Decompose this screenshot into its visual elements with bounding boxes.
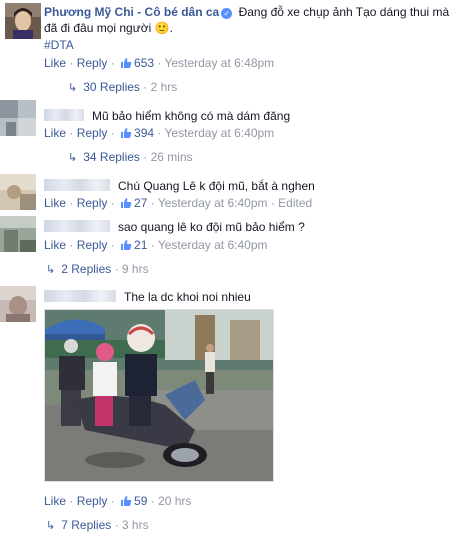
post-text-line1: Đang đỗ xe chụp ảnh Tạo dáng thui mà [238,5,450,19]
replies-count[interactable]: 7 Replies [61,518,111,532]
comment-footer: Like · Reply · 59 · 20 hrs ↳ 7 Replies · … [0,490,475,540]
comment-actions: Like · Reply · 394 · Yesterday at 6:40pm [44,125,274,143]
like-link[interactable]: Like [44,56,66,70]
commenter-avatar[interactable] [0,100,36,136]
thumbs-up-icon[interactable] [120,495,132,511]
comment-actions: Like · Reply · 59 · 20 hrs [44,493,191,511]
commenter-avatar[interactable] [0,286,36,322]
replies-time: 2 hrs [150,80,178,94]
comment: Chú Quang Lê k đội mũ, bắt à nghen Like … [0,172,475,212]
thumbs-up-icon[interactable] [120,239,132,255]
reply-link[interactable]: Reply [77,494,108,508]
author-name[interactable]: Phương Mỹ Chi - Cô bé dân ca [44,5,219,19]
post-text-line2-wrap: đã đi đâu mọi người 🙂. [44,20,173,36]
thumbs-up-icon[interactable] [120,127,132,143]
comment-actions: Like · Reply · 27 · Yesterday at 6:40pm … [44,195,312,213]
reply-arrow-icon: ↳ [46,264,56,276]
like-link[interactable]: Like [44,196,66,210]
comment: Mũ bảo hiểm không có mà dám đăng Like · … [0,100,475,172]
commenter-name-blurred[interactable] [44,220,110,232]
replies-toggle[interactable]: ↳ 30 Replies · 2 hrs [68,79,177,96]
comment-photo[interactable] [44,309,274,482]
replies-toggle[interactable]: ↳ 2 Replies · 9 hrs [46,261,149,278]
reply-link[interactable]: Reply [77,238,108,252]
like-count[interactable]: 21 [134,238,147,252]
like-link[interactable]: Like [44,126,66,140]
like-count[interactable]: 653 [134,56,154,70]
comment-time[interactable]: Yesterday at 6:40pm [165,126,275,140]
comment-actions: Like · Reply · 21 · Yesterday at 6:40pm [44,237,268,255]
post-text-line2: đã đi đâu mọi người [44,21,152,35]
reply-link[interactable]: Reply [77,56,108,70]
like-link[interactable]: Like [44,494,66,508]
post-actions: Like · Reply · 653 · Yesterday at 6:48pm [44,55,274,73]
like-count[interactable]: 59 [134,494,147,508]
replies-count[interactable]: 34 Replies [83,150,140,164]
replies-toggle[interactable]: ↳ 34 Replies · 26 mins [68,149,193,166]
comment-body: The la dc khoi noi nhieu [44,289,251,305]
commenter-avatar[interactable] [0,174,36,210]
hashtag-link[interactable]: #DTA [44,38,74,52]
like-link[interactable]: Like [44,238,66,252]
commenter-name-blurred[interactable] [44,179,110,191]
reply-arrow-icon: ↳ [68,82,78,94]
replies-time: 9 hrs [121,262,149,276]
commenter-name-blurred[interactable] [44,109,84,121]
replies-time: 26 mins [150,150,193,164]
comment-body: sao quang lê ko đội mũ bảo hiểm ? [44,219,305,235]
post-header: Phương Mỹ Chi - Cô bé dân ca ✓ Đang đỗ xe… [44,4,449,20]
replies-time: 3 hrs [121,518,149,532]
commenter-name-blurred[interactable] [44,290,116,302]
reply-link[interactable]: Reply [77,196,108,210]
reply-link[interactable]: Reply [77,126,108,140]
post-hashtag-wrap: #DTA [44,37,74,53]
edited-label[interactable]: Edited [278,196,312,210]
comment-body: Mũ bảo hiểm không có mà dám đăng [44,108,290,124]
thumbs-up-icon[interactable] [120,57,132,73]
comment-time[interactable]: Yesterday at 6:40pm [158,238,268,252]
replies-count[interactable]: 30 Replies [83,80,140,94]
street-scene-image [45,310,273,481]
post-time[interactable]: Yesterday at 6:48pm [165,56,275,70]
comment-time[interactable]: 20 hrs [158,494,191,508]
comment-text: The la dc khoi noi nhieu [124,290,251,304]
reply-arrow-icon: ↳ [68,152,78,164]
comment-text: Chú Quang Lê k đội mũ, bắt à nghen [118,179,315,193]
comment-time[interactable]: Yesterday at 6:40pm [158,196,268,210]
smile-emoji: 🙂 [154,21,170,35]
comment-text: Mũ bảo hiểm không có mà dám đăng [92,109,291,123]
replies-toggle[interactable]: ↳ 7 Replies · 3 hrs [46,517,149,534]
verified-badge-icon: ✓ [221,8,233,19]
comment-body: Chú Quang Lê k đội mũ, bắt à nghen [44,178,315,194]
main-post: Phương Mỹ Chi - Cô bé dân ca ✓ Đang đỗ xe… [0,0,475,100]
comment-text: sao quang lê ko đội mũ bảo hiểm ? [118,220,305,234]
thumbs-up-icon[interactable] [120,197,132,213]
post-text-end: . [169,21,173,35]
replies-count[interactable]: 2 Replies [61,262,111,276]
author-avatar[interactable] [5,3,41,39]
like-count[interactable]: 27 [134,196,147,210]
commenter-avatar[interactable] [0,216,36,252]
comment: sao quang lê ko đội mũ bảo hiểm ? Like ·… [0,214,475,280]
reply-arrow-icon: ↳ [46,520,56,532]
like-count[interactable]: 394 [134,126,154,140]
